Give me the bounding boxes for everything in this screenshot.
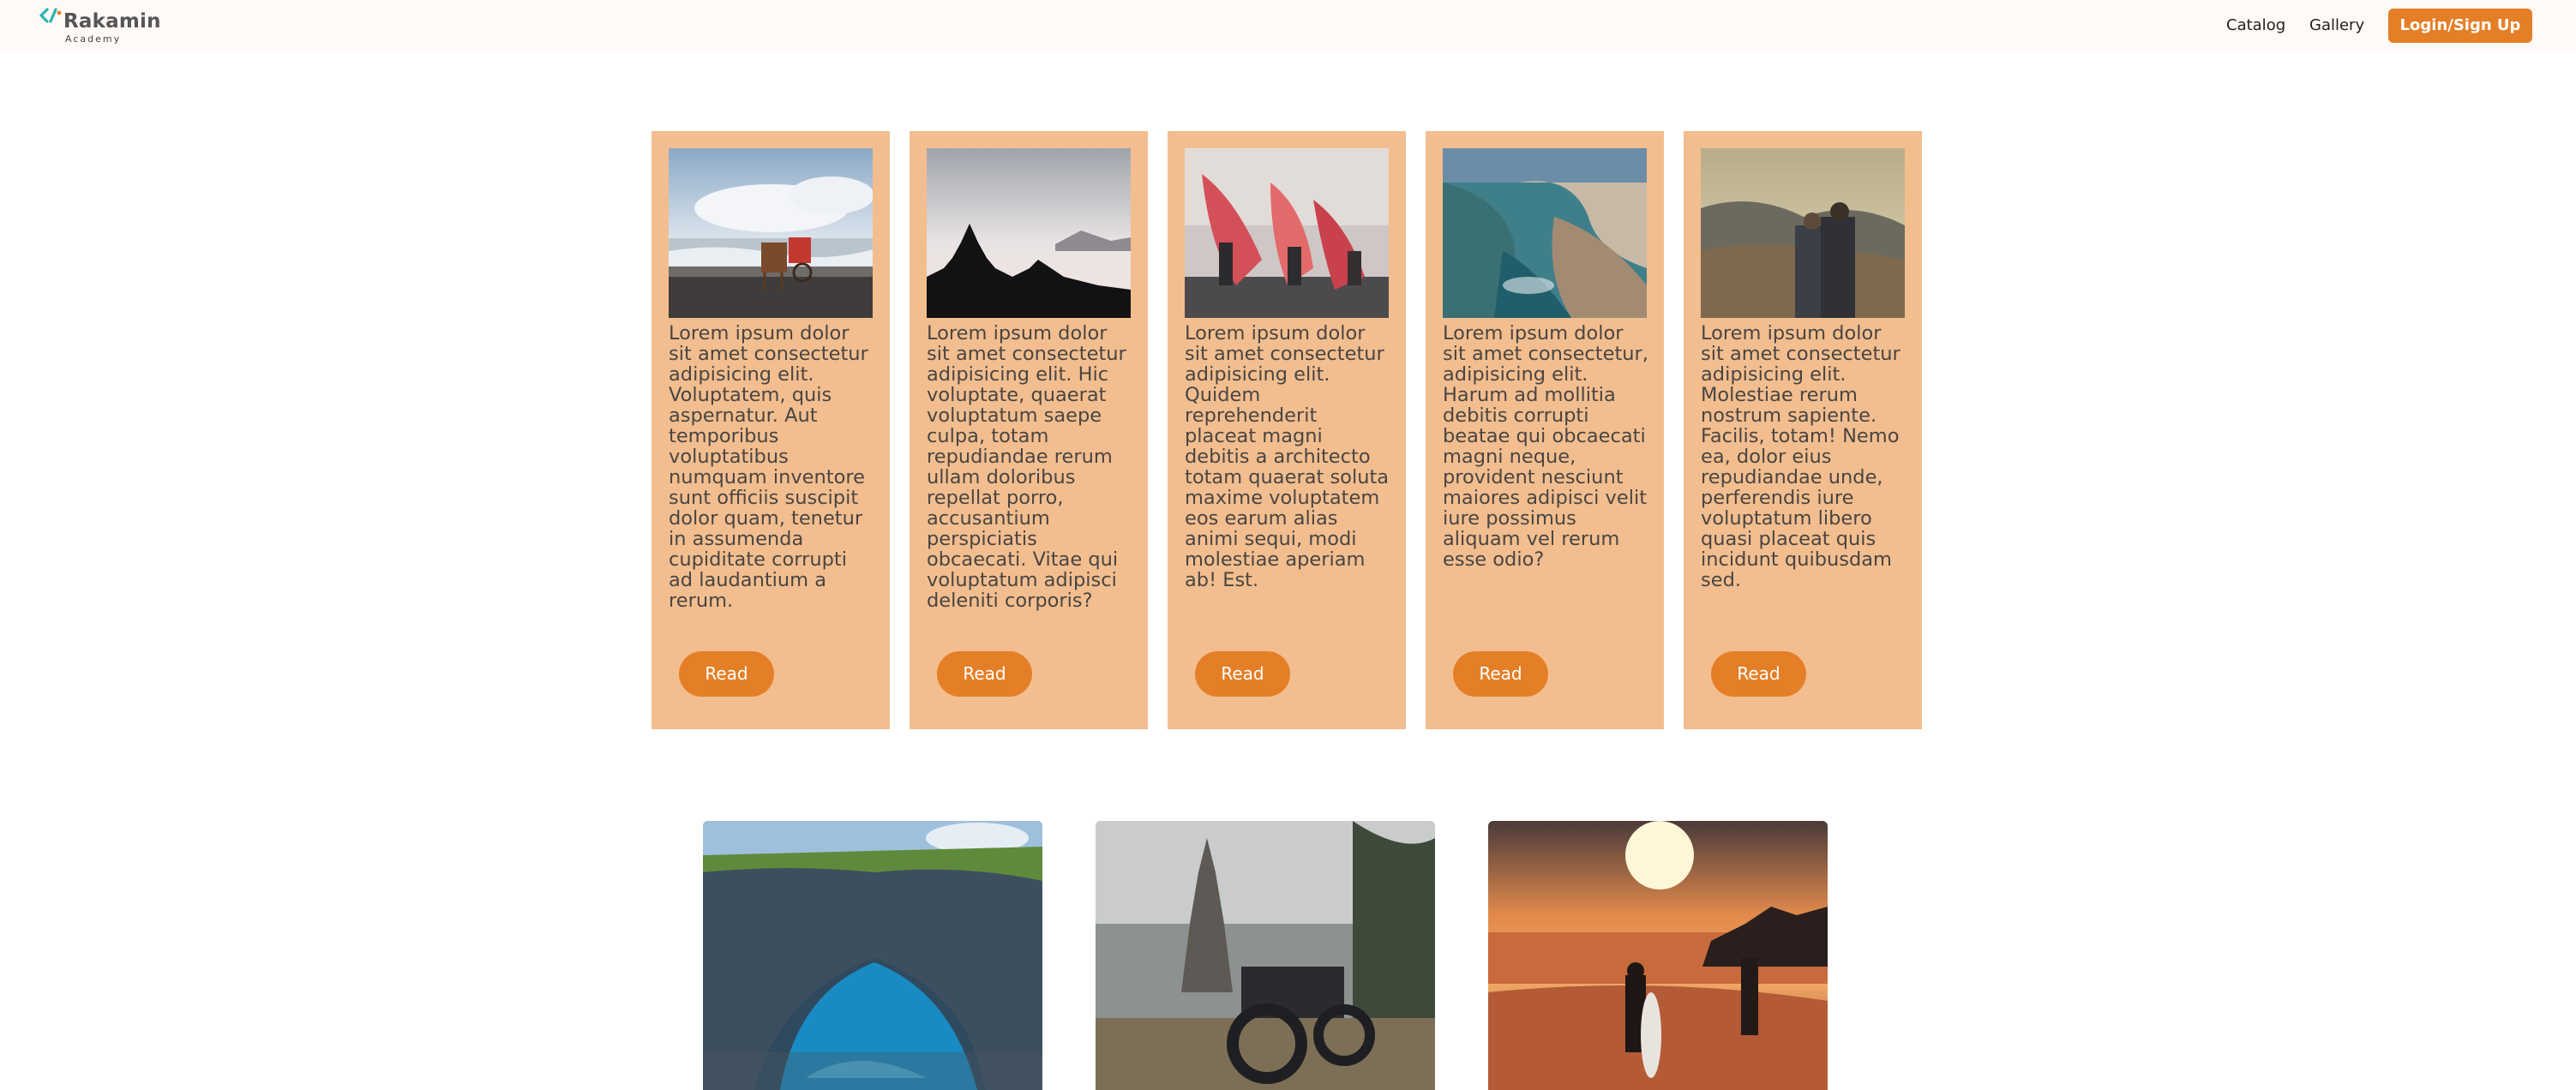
read-button[interactable]: Read <box>1711 651 1806 697</box>
read-button[interactable]: Read <box>937 651 1032 697</box>
read-button[interactable]: Read <box>1453 651 1548 697</box>
article-card: Lorem ipsum dolor sit amet consectetur, … <box>1426 131 1664 729</box>
logo-title: Rakamin <box>63 10 161 33</box>
motorcycle-temple-photo <box>1096 821 1435 1090</box>
article-card: Lorem ipsum dolor sit amet consectetur a… <box>1684 131 1922 729</box>
nav-gallery-link[interactable]: Gallery <box>2309 16 2364 35</box>
article-card: Lorem ipsum dolor sit amet consectetur a… <box>652 131 890 729</box>
temple-silhouette-photo <box>927 148 1131 318</box>
card-text: Lorem ipsum dolor sit amet consectetur a… <box>1185 322 1390 591</box>
card-text: Lorem ipsum dolor sit amet consectetur, … <box>1443 322 1648 571</box>
article-card: Lorem ipsum dolor sit amet consectetur a… <box>910 131 1148 729</box>
read-button[interactable]: Read <box>1195 651 1290 697</box>
card-text: Lorem ipsum dolor sit amet consectetur a… <box>927 322 1126 612</box>
sea-arch-photo <box>703 821 1042 1090</box>
coastal-cliff-photo <box>1443 148 1647 318</box>
street-parade-photo <box>1185 148 1389 318</box>
beach-horse-cart-photo <box>669 148 873 318</box>
code-brackets-icon <box>39 8 62 23</box>
rakamin-logo[interactable]: Rakamin Academy <box>39 5 168 48</box>
sunset-surfers-photo <box>1488 821 1828 1090</box>
article-card: Lorem ipsum dolor sit amet consectetur a… <box>1168 131 1406 729</box>
card-text: Lorem ipsum dolor sit amet consectetur a… <box>669 322 868 612</box>
logo-subtitle: Academy <box>65 33 122 45</box>
nav-catalog-link[interactable]: Catalog <box>2226 16 2285 35</box>
mountain-couple-photo <box>1701 148 1905 318</box>
top-navbar: Rakamin Academy Catalog Gallery Login/Si… <box>0 0 2576 51</box>
login-signup-button[interactable]: Login/Sign Up <box>2388 9 2532 43</box>
card-text: Lorem ipsum dolor sit amet consectetur a… <box>1701 322 1900 591</box>
read-button[interactable]: Read <box>679 651 774 697</box>
